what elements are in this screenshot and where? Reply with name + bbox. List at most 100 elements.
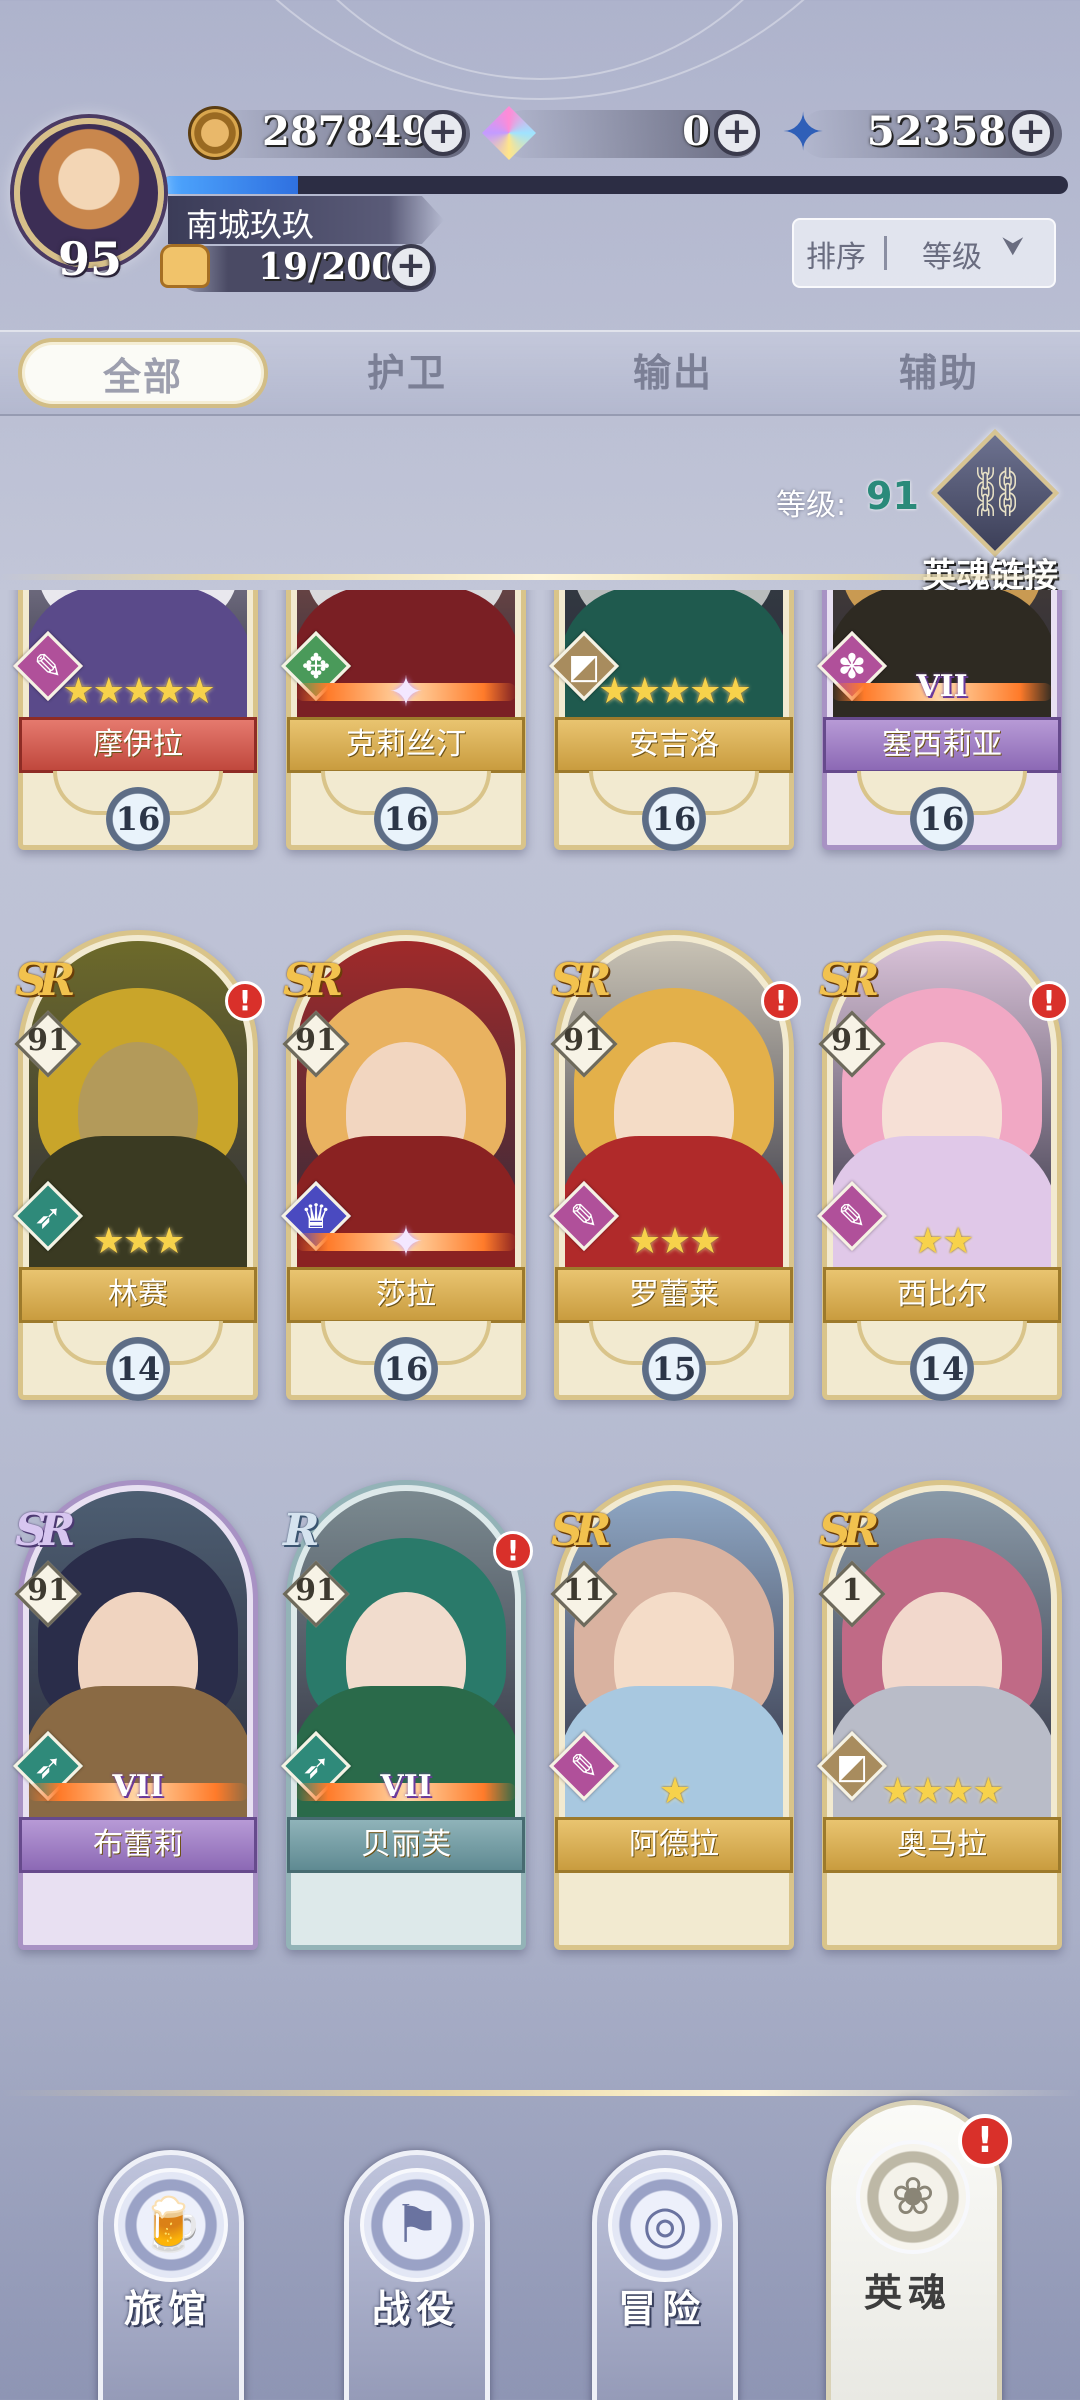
hero-level: 1 <box>841 1573 863 1608</box>
awakening-rank: VII <box>916 669 968 704</box>
star-rating: ★★★★ <box>881 1771 1004 1812</box>
alert-icon: ! <box>761 981 801 1021</box>
hero-name: 贝丽芙 <box>287 1817 525 1873</box>
star-rating: ★★★★★ <box>598 671 751 712</box>
rarity-badge: SR <box>819 1505 879 1556</box>
rarity-badge: SR <box>551 1505 611 1556</box>
rarity-badge: SR <box>15 1505 75 1556</box>
hero-card[interactable]: 92✽VII塞西莉亚16 <box>816 590 1062 851</box>
gem-amount: 0 <box>682 108 710 155</box>
chain-link-icon: ⛓ <box>966 464 1027 520</box>
awakening-rank: VII <box>380 1769 432 1804</box>
nav-campaign-label: 战役 <box>372 2287 461 2331</box>
hero-card[interactable]: SR 91 ✎ ★★ 西比尔 14! <box>816 930 1069 1401</box>
crystal-star-icon: ✦ <box>781 103 825 163</box>
hero-card[interactable]: SR 91 ➶ VII 布蕾莉 <box>12 1480 258 1950</box>
hero-card[interactable]: 92✎★★★★★摩伊拉16 <box>12 590 258 851</box>
rarity-badge: SR <box>819 955 879 1006</box>
hero-level: 91 <box>831 1023 873 1058</box>
sort-divider <box>884 236 887 270</box>
hero-card[interactable]: 92✥✦克莉丝汀16 <box>280 590 526 851</box>
player-level: 95 <box>57 232 122 286</box>
stamina-add-button[interactable]: + <box>388 244 434 290</box>
awakening-rank: VII <box>112 1769 164 1804</box>
star-rating: ★★★★★ <box>62 671 215 712</box>
equipment-ring-level: 16 <box>374 1337 438 1401</box>
alert-icon: ! <box>1029 981 1069 1021</box>
gold-add-button[interactable]: + <box>420 110 466 156</box>
hero-card[interactable]: SR 91 ♛ ✦ 莎拉 16 <box>280 930 526 1401</box>
player-name: 南城玖玖 <box>186 206 315 244</box>
hero-card[interactable]: SR 11 ✎ ★ 阿德拉 <box>548 1480 794 1950</box>
nav-hero-soul-label: 英魂 <box>864 2271 953 2315</box>
hero-name: 莎拉 <box>287 1267 525 1323</box>
equipment-ring-level: 14 <box>106 1337 170 1401</box>
hero-soul-icon: ❀ <box>856 2140 970 2254</box>
adventure-icon: ◎ <box>608 2168 722 2282</box>
hero-card[interactable]: SR 1 ◩ ★★★★ 奥马拉 <box>816 1480 1062 1950</box>
nav-tavern-label: 旅馆 <box>124 2287 213 2331</box>
tab-all[interactable]: 全部 <box>18 338 268 408</box>
tavern-icon: 🍺 <box>114 2168 228 2282</box>
level-filter-label: 等级: <box>776 488 847 523</box>
hero-card[interactable]: SR 91 ✎ ★★★ 罗蕾莱 15! <box>548 930 801 1401</box>
hero-name: 布蕾莉 <box>19 1817 257 1873</box>
hero-name: 林赛 <box>19 1267 257 1323</box>
sort-value: 等级 <box>922 240 982 275</box>
hero-card[interactable]: R 91 ➶ VII 贝丽芙! <box>280 1480 533 1950</box>
hero-level: 91 <box>563 1023 605 1058</box>
sort-label: 排序 <box>806 240 866 275</box>
hero-name: 安吉洛 <box>555 717 793 773</box>
equipment-ring-level: 16 <box>374 787 438 851</box>
equipment-ring-level: 16 <box>642 787 706 851</box>
tab-support[interactable]: 辅助 <box>814 338 1064 408</box>
hero-grid: 92✎★★★★★摩伊拉1692✥✦克莉丝汀1692◩★★★★★安吉洛1692✽V… <box>0 590 1080 2090</box>
tab-damage[interactable]: 输出 <box>548 338 798 408</box>
star-rating: ★★ <box>911 1221 975 1262</box>
awakening-star-icon: ✦ <box>388 667 424 716</box>
gold-amount: 287849 <box>262 108 429 155</box>
section-divider <box>0 574 1080 580</box>
rarity-badge: SR <box>551 955 611 1006</box>
stamina-value: 19/200 <box>258 246 397 288</box>
alert-icon: ! <box>493 1531 533 1571</box>
hero-name: 阿德拉 <box>555 1817 793 1873</box>
hero-name: 摩伊拉 <box>19 717 257 773</box>
hero-level: 11 <box>563 1573 605 1608</box>
equipment-ring-level: 15 <box>642 1337 706 1401</box>
tab-guard[interactable]: 护卫 <box>282 338 532 408</box>
bottom-divider <box>0 2090 1080 2096</box>
hero-name: 西比尔 <box>823 1267 1061 1323</box>
awakening-star-icon: ✦ <box>388 1217 424 1266</box>
equipment-ring-level: 14 <box>910 1337 974 1401</box>
star-rating: ★ <box>658 1771 691 1812</box>
bread-icon <box>160 244 210 288</box>
level-filter-value: 91 <box>866 474 919 518</box>
hero-name: 克莉丝汀 <box>287 717 525 773</box>
hero-name: 奥马拉 <box>823 1817 1061 1873</box>
hero-level: 91 <box>295 1573 337 1608</box>
equipment-ring-level: 16 <box>910 787 974 851</box>
rarity-badge: R <box>283 1505 320 1556</box>
rarity-badge: SR <box>283 955 343 1006</box>
crystal-add-button[interactable]: + <box>1008 110 1054 156</box>
gold-coin-icon <box>188 106 242 160</box>
hero-level: 91 <box>27 1573 69 1608</box>
chevron-down-icon: ⮟ <box>1002 232 1025 262</box>
alert-icon: ! <box>225 981 265 1021</box>
hero-card[interactable]: 92◩★★★★★安吉洛16 <box>548 590 794 851</box>
hero-card[interactable]: SR 91 ➶ ★★★ 林赛 14! <box>12 930 265 1401</box>
hero-level: 91 <box>27 1023 69 1058</box>
xp-bar <box>162 176 1068 194</box>
nav-adventure-label: 冒险 <box>618 2287 707 2331</box>
hero-name: 塞西莉亚 <box>823 717 1061 773</box>
xp-fill <box>162 176 298 194</box>
gem-add-button[interactable]: + <box>714 110 760 156</box>
hero-soul-alert-icon: ! <box>958 2114 1012 2168</box>
star-rating: ★★★ <box>92 1221 186 1262</box>
hero-level: 91 <box>295 1023 337 1058</box>
campaign-icon: ⚑ <box>360 2168 474 2282</box>
equipment-ring-level: 16 <box>106 787 170 851</box>
rarity-badge: SR <box>15 955 75 1006</box>
hero-name: 罗蕾莱 <box>555 1267 793 1323</box>
